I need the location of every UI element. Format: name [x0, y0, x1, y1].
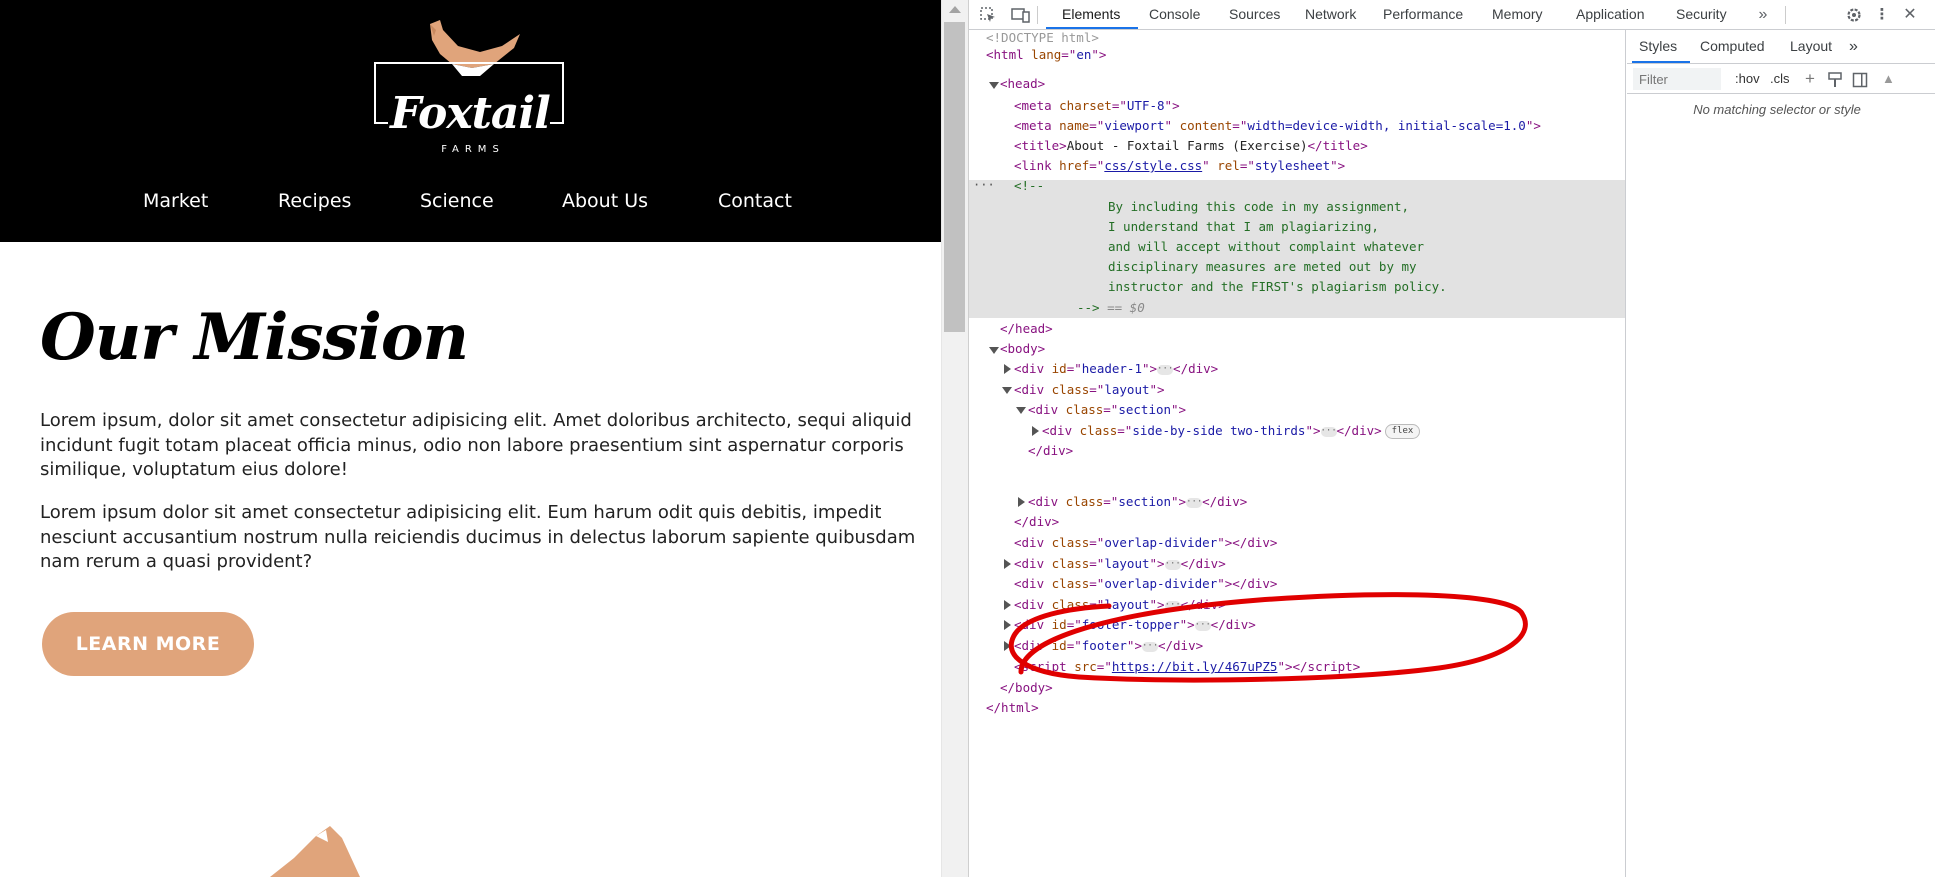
dom-line-body[interactable]: <body> — [1000, 339, 1045, 359]
scroll-up-arrow-icon[interactable] — [949, 6, 961, 13]
main-nav: Market Recipes Science About Us Contact — [0, 190, 941, 226]
comment-line-4: disciplinary measures are meted out by m… — [1108, 259, 1417, 274]
dom-line-footer[interactable]: <div id="footer">···</div> — [1014, 636, 1203, 656]
tab-layout[interactable]: Layout — [1790, 30, 1832, 63]
dom-line-body-close[interactable]: </body> — [1000, 678, 1053, 698]
collapse-toggle-icon[interactable] — [1004, 620, 1011, 630]
collapse-toggle-icon[interactable] — [1018, 497, 1025, 507]
flex-badge[interactable]: flex — [1384, 424, 1421, 439]
expand-toggle-icon[interactable] — [989, 82, 999, 89]
nav-link-contact[interactable]: Contact — [718, 190, 792, 212]
dom-line-section-close[interactable]: </div> — [1028, 441, 1073, 461]
dom-line-overlap-2[interactable]: <div class="overlap-divider"></div> — [1014, 574, 1277, 594]
dom-line-link[interactable]: <link href="css/style.css" rel="styleshe… — [1014, 156, 1345, 176]
learn-more-button[interactable]: LEARN MORE — [42, 612, 254, 676]
page-title: Our Mission — [40, 300, 469, 375]
expand-toggle-icon[interactable] — [1002, 387, 1012, 394]
dom-line-title[interactable]: <title>About - Foxtail Farms (Exercise)<… — [1014, 136, 1368, 156]
comment-line-3: and will accept without complaint whatev… — [1108, 239, 1425, 254]
dom-line-script[interactable]: <script src="https://bit.ly/467uPZ5"></s… — [1014, 657, 1360, 677]
devtools-toolbar: Elements Console Sources Network Perform… — [969, 0, 1935, 30]
tab-security[interactable]: Security — [1676, 0, 1727, 29]
dom-line-layout-2[interactable]: <div class="layout">···</div> — [1014, 554, 1226, 574]
tab-computed[interactable]: Computed — [1700, 30, 1765, 63]
scrollbar-thumb[interactable] — [944, 22, 965, 332]
dom-line-comment-close: --> == $0 — [1077, 300, 1145, 315]
selected-node-marker: == $0 — [1107, 300, 1145, 315]
tab-elements[interactable]: Elements — [1062, 0, 1120, 29]
scroll-up-arrow-icon[interactable]: ▲ — [1882, 69, 1895, 89]
styles-filter-input[interactable] — [1633, 68, 1721, 90]
node-actions-icon[interactable]: ··· — [973, 178, 995, 192]
dom-line-layout[interactable]: <div class="layout"> — [1014, 380, 1165, 400]
dom-line-meta-viewport[interactable]: <meta name="viewport" content="width=dev… — [1014, 116, 1541, 136]
fox-illustration-icon — [270, 826, 360, 877]
close-icon[interactable]: ✕ — [1901, 6, 1919, 24]
nav-link-about-us[interactable]: About Us — [562, 190, 648, 212]
toggle-sidebar-icon[interactable] — [1852, 69, 1868, 89]
foxtail-logo[interactable]: Foxtail FARMS — [372, 18, 568, 158]
dom-line-html-close[interactable]: </html> — [986, 698, 1039, 718]
dom-line-section-2[interactable]: <div class="section">···</div> — [1028, 492, 1247, 512]
collapse-toggle-icon[interactable] — [1004, 559, 1011, 569]
mission-paragraph-1: Lorem ipsum, dolor sit amet consectetur … — [40, 410, 912, 480]
more-tabs-icon[interactable]: » — [1754, 6, 1772, 24]
stylesheet-link[interactable]: css/style.css — [1104, 158, 1202, 173]
styles-tabs: Styles Computed Layout » — [1627, 30, 1935, 64]
collapse-toggle-icon[interactable] — [1032, 426, 1039, 436]
kebab-menu-icon[interactable]: ⋮ — [1873, 6, 1891, 24]
collapse-toggle-icon[interactable] — [1004, 641, 1011, 651]
dom-line-html[interactable]: <html lang="en"> — [986, 45, 1106, 65]
devtools-panel: Elements Console Sources Network Perform… — [968, 0, 1935, 877]
dom-line-meta-charset[interactable]: <meta charset="UTF-8"> — [1014, 96, 1180, 116]
styles-pane: Styles Computed Layout » :hov .cls + ▲ N… — [1627, 30, 1935, 877]
dom-line-side-by-side[interactable]: <div class="side-by-side two-thirds">···… — [1042, 421, 1421, 441]
mission-paragraph-2: Lorem ipsum dolor sit amet consectetur a… — [40, 502, 916, 572]
dom-line-head[interactable]: <head> — [1000, 74, 1045, 94]
settings-icon[interactable] — [1845, 6, 1863, 24]
paint-brush-icon[interactable] — [1827, 69, 1843, 89]
logo-subtext: FARMS — [441, 144, 505, 155]
comment-line-5: instructor and the FIRST's plagiarism po… — [1108, 279, 1447, 294]
dom-line-header[interactable]: <div id="header-1">···</div> — [1014, 359, 1218, 379]
dom-line-footer-topper[interactable]: <div id="footer-topper">···</div> — [1014, 615, 1256, 635]
class-toggle[interactable]: .cls — [1770, 69, 1790, 89]
more-tabs-icon[interactable]: » — [1849, 30, 1858, 63]
dom-line-layout-3[interactable]: <div class="layout">···</div> — [1014, 595, 1226, 615]
expand-toggle-icon[interactable] — [989, 347, 999, 354]
add-rule-icon[interactable]: + — [1805, 69, 1815, 89]
dom-line-layout-close[interactable]: </div> — [1014, 512, 1059, 532]
nav-link-market[interactable]: Market — [143, 190, 208, 212]
dom-tree: ··· <!DOCTYPE html> <html lang="en"> <he… — [969, 30, 1626, 877]
script-src-link[interactable]: https://bit.ly/467uPZ5 — [1112, 659, 1278, 674]
device-toolbar-icon[interactable] — [1011, 6, 1030, 24]
tab-application[interactable]: Application — [1576, 0, 1645, 29]
collapse-toggle-icon[interactable] — [1004, 364, 1011, 374]
nav-link-recipes[interactable]: Recipes — [278, 190, 351, 212]
tab-network[interactable]: Network — [1305, 0, 1356, 29]
nav-link-science[interactable]: Science — [420, 190, 494, 212]
web-page-viewport: Foxtail FARMS Market Recipes Science Abo… — [0, 0, 941, 877]
inspect-icon[interactable] — [979, 6, 997, 24]
site-header: Foxtail FARMS Market Recipes Science Abo… — [0, 0, 941, 242]
collapse-toggle-icon[interactable] — [1004, 600, 1011, 610]
hover-state-toggle[interactable]: :hov — [1735, 69, 1760, 89]
active-tab-indicator — [1632, 61, 1690, 63]
comment-line-2: I understand that I am plagiarizing, — [1108, 219, 1379, 234]
dom-line-comment-open[interactable]: <!-- — [1014, 176, 1044, 196]
comment-line-1: By including this code in my assignment, — [1108, 199, 1410, 214]
dom-line-section[interactable]: <div class="section"> — [1028, 400, 1186, 420]
dom-line-overlap-1[interactable]: <div class="overlap-divider"></div> — [1014, 533, 1277, 553]
dom-line-head-close[interactable]: </head> — [1000, 319, 1053, 339]
expand-toggle-icon[interactable] — [1016, 407, 1026, 414]
logo-wordmark: Foxtail — [390, 88, 551, 139]
styles-filter-bar: :hov .cls + ▲ — [1627, 64, 1935, 94]
tab-sources[interactable]: Sources — [1229, 0, 1280, 29]
page-scrollbar[interactable] — [941, 0, 968, 877]
tab-performance[interactable]: Performance — [1383, 0, 1463, 29]
tab-console[interactable]: Console — [1149, 0, 1200, 29]
tab-memory[interactable]: Memory — [1492, 0, 1543, 29]
tab-styles[interactable]: Styles — [1639, 30, 1677, 63]
styles-empty-message: No matching selector or style — [1693, 102, 1861, 117]
